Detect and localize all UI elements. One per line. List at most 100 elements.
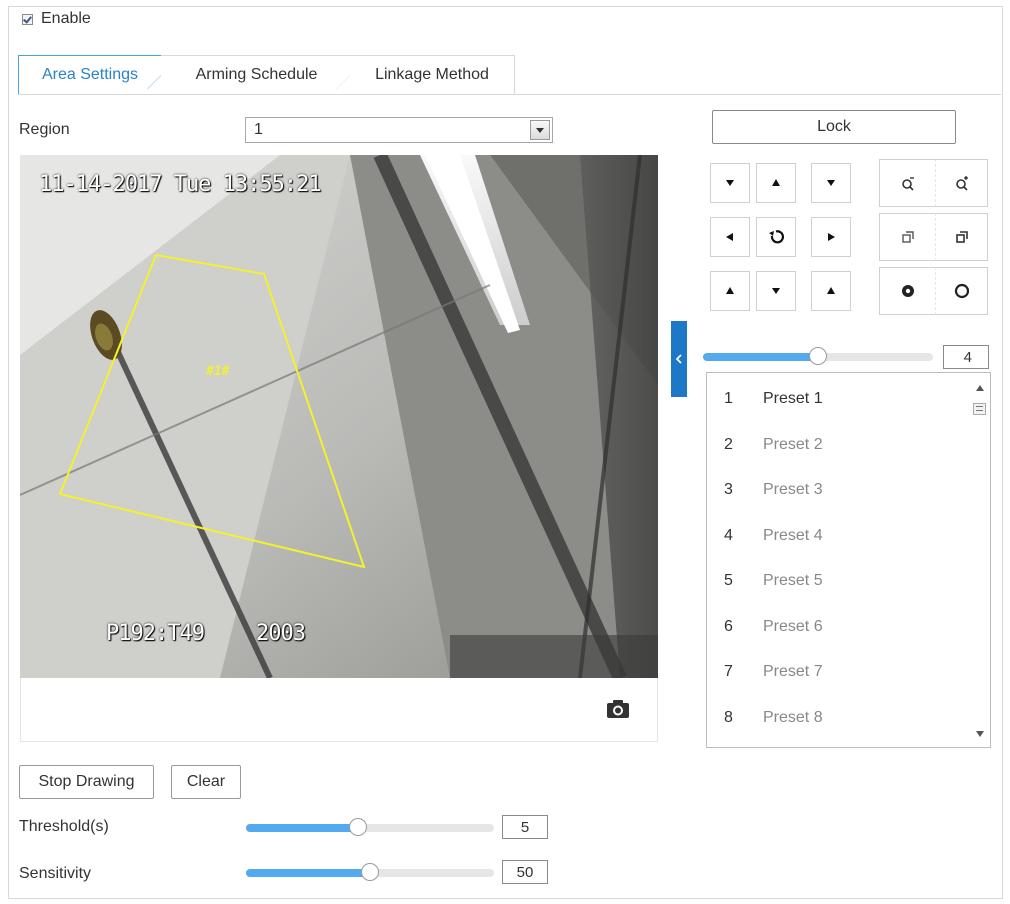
sensitivity-label: Sensitivity <box>19 865 92 882</box>
preset-name: Preset 1 <box>763 390 823 407</box>
preset-name: Preset 7 <box>763 663 823 680</box>
detection-area-label: #1# <box>206 364 230 379</box>
preset-item[interactable]: 4 Preset 4 <box>707 522 823 550</box>
scroll-down-icon[interactable] <box>975 730 985 738</box>
lock-button[interactable]: Lock <box>712 110 956 144</box>
pan-left-icon <box>726 233 733 241</box>
iris-close-icon <box>902 285 914 297</box>
chevron-left-icon <box>675 354 682 364</box>
tab-arming-schedule[interactable]: Arming Schedule <box>161 55 359 95</box>
preset-number: 2 <box>724 435 733 453</box>
pan-up-button[interactable] <box>756 163 796 203</box>
tab-bar: Area Settings Arming Schedule Linkage Me… <box>18 55 515 95</box>
pan-up-icon <box>772 179 780 186</box>
live-video[interactable]: 11-14-2017 Tue 13:55:21 P192:T49 2003 #1… <box>20 155 658 678</box>
ptz-speed-input[interactable]: 4 <box>943 345 989 369</box>
camera-icon[interactable] <box>606 699 630 719</box>
pan-down-right-button[interactable] <box>811 271 851 311</box>
tab-label: Linkage Method <box>375 66 489 83</box>
zoom-out-button[interactable] <box>879 159 937 207</box>
preset-number: 3 <box>724 481 733 498</box>
threshold-input[interactable]: 5 <box>502 815 548 839</box>
preset-number: 7 <box>724 663 733 680</box>
threshold-slider-fill <box>246 824 358 832</box>
pan-down-right-icon <box>827 287 835 294</box>
collapse-panel-tab[interactable] <box>671 321 687 397</box>
preset-number: 6 <box>724 617 733 635</box>
threshold-slider-handle[interactable] <box>348 818 367 836</box>
sensitivity-input[interactable]: 50 <box>502 860 548 884</box>
enable-label: Enable <box>41 10 91 27</box>
video-toolbar <box>20 678 658 742</box>
sensitivity-slider-fill <box>246 869 370 877</box>
preset-number: 4 <box>724 526 733 544</box>
tab-linkage-method[interactable]: Linkage Method <box>350 55 515 95</box>
video-frame <box>20 155 658 678</box>
ptz-speed-slider[interactable] <box>703 347 933 365</box>
zoom-in-icon <box>955 176 968 191</box>
preset-item[interactable]: 1 Preset 1 <box>707 385 823 413</box>
clear-button[interactable]: Clear <box>171 765 241 799</box>
pan-down-button[interactable] <box>756 271 796 311</box>
stop-drawing-button[interactable]: Stop Drawing <box>19 765 154 799</box>
video-timestamp: 11-14-2017 Tue 13:55:21 <box>39 172 322 197</box>
region-select[interactable]: 1 <box>245 117 553 143</box>
threshold-label: Threshold(s) <box>19 818 109 835</box>
pan-up-right-icon <box>827 180 835 186</box>
preset-item[interactable]: 7 Preset 7 <box>707 658 823 686</box>
tab-label: Arming Schedule <box>195 66 318 83</box>
scroll-thumb[interactable] <box>973 403 986 415</box>
preset-number: 5 <box>724 572 733 589</box>
pan-down-left-button[interactable] <box>710 271 750 311</box>
preset-item[interactable]: 8 Preset 8 <box>707 704 823 732</box>
ptz-position-readout: P192:T49 <box>106 621 205 646</box>
focus-far-icon <box>955 231 968 243</box>
preset-number: 1 <box>724 390 733 407</box>
zoom-readout: 2003 <box>256 621 306 646</box>
region-label: Region <box>19 121 70 138</box>
preset-name: Preset 5 <box>763 572 823 589</box>
preset-number: 8 <box>724 708 733 726</box>
chevron-down-icon[interactable] <box>530 120 550 140</box>
preset-item[interactable]: 3 Preset 3 <box>707 476 823 504</box>
preset-list[interactable]: 1 Preset 1 2 Preset 2 3 Preset 3 4 Preset 4 5 Pre… <box>706 372 991 748</box>
preset-item[interactable]: 5 Preset 5 <box>707 567 823 595</box>
ptz-speed-slider-handle[interactable] <box>809 347 827 365</box>
preset-item[interactable]: 2 Preset 2 <box>707 431 823 459</box>
auto-rotate-icon <box>769 230 784 244</box>
threshold-slider[interactable] <box>246 818 494 836</box>
pan-down-left-icon <box>726 287 734 294</box>
pan-right-button[interactable] <box>811 217 851 257</box>
tab-label: Area Settings <box>41 66 139 83</box>
tab-area-settings[interactable]: Area Settings <box>18 55 170 95</box>
pan-up-right-button[interactable] <box>811 163 851 203</box>
focus-near-icon <box>902 231 914 243</box>
region-value: 1 <box>254 121 263 138</box>
focus-far-button[interactable] <box>935 213 988 261</box>
auto-rotate-button[interactable] <box>756 217 796 257</box>
pan-up-left-button[interactable] <box>710 163 750 203</box>
sensitivity-slider-handle[interactable] <box>361 863 379 881</box>
preset-name: Preset 2 <box>763 435 823 453</box>
focus-near-button[interactable] <box>879 213 937 261</box>
preset-name: Preset 3 <box>763 481 823 498</box>
scroll-up-icon[interactable] <box>975 384 985 392</box>
pan-up-left-icon <box>726 180 734 186</box>
pan-left-button[interactable] <box>710 217 750 257</box>
enable-row[interactable]: Enable <box>22 10 91 28</box>
iris-open-button[interactable] <box>935 267 988 315</box>
enable-checkbox[interactable] <box>22 13 33 25</box>
iris-close-button[interactable] <box>879 267 937 315</box>
tab-divider <box>18 94 1001 95</box>
preset-scrollbar[interactable] <box>971 374 989 746</box>
sensitivity-slider[interactable] <box>246 863 494 881</box>
zoom-in-button[interactable] <box>935 159 988 207</box>
pan-right-icon <box>828 233 835 241</box>
zoom-out-icon <box>902 177 914 191</box>
preset-item[interactable]: 6 Preset 6 <box>707 613 823 641</box>
ptz-speed-slider-fill <box>703 353 818 361</box>
iris-open-icon <box>954 283 969 299</box>
preset-name: Preset 4 <box>763 526 823 544</box>
preset-name: Preset 6 <box>763 617 823 635</box>
preset-name: Preset 8 <box>763 708 823 726</box>
